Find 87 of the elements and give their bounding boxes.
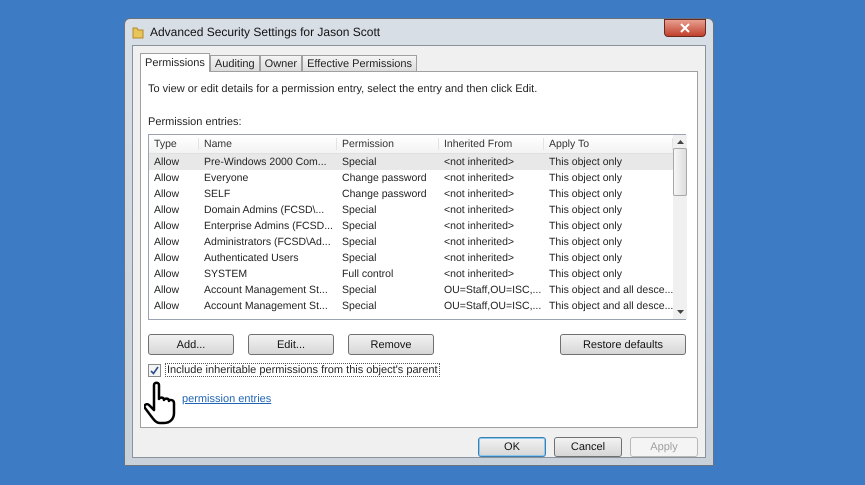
hand-cursor-icon: [144, 381, 178, 425]
table-row[interactable]: Allow Everyone Change password <not inherited> This object only: [149, 170, 674, 186]
table-cell-text: SYSTEM: [203, 268, 248, 280]
table-cell-text: Special: [341, 300, 378, 312]
close-icon: [680, 23, 690, 33]
folder-icon: [132, 25, 144, 39]
table-row[interactable]: Allow Account Management St... Special OU=Staff,OU=ISC,... This object and all desce...: [149, 282, 674, 298]
restore-defaults-button[interactable]: Restore defaults: [560, 334, 686, 355]
table-cell-text: Administrators (FCSD\Ad...: [203, 236, 332, 248]
entry-button[interactable]: Edit...: [248, 334, 334, 355]
checkbox-label[interactable]: Include inheritable permissions from this object's parent: [165, 363, 440, 377]
table-cell-text: <not inherited>: [443, 156, 516, 168]
table-cell-text: <not inherited>: [443, 204, 516, 216]
table-cell-text: Change password: [341, 172, 428, 184]
table-cell-text: SELF: [203, 188, 232, 200]
table-cell-text: <not inherited>: [443, 188, 516, 200]
tab[interactable]: Effective Permissions: [302, 55, 418, 71]
table-cell-text: Special: [341, 284, 378, 296]
table-cell-text: This object only: [548, 172, 623, 184]
entry-button[interactable]: Remove: [348, 334, 434, 355]
table-row[interactable]: Allow Authenticated Users Special <not inherited> This object only: [149, 250, 674, 266]
table-row[interactable]: Allow SYSTEM Full control <not inherited> This object only: [149, 266, 674, 282]
table-cell-text: Allow: [153, 236, 180, 248]
column-header[interactable]: Permission: [337, 138, 439, 150]
table-cell-text: This object only: [548, 156, 623, 168]
table-cell-text: Allow: [153, 252, 180, 264]
table-cell-text: This object only: [548, 252, 623, 264]
table-cell-text: Special: [341, 156, 378, 168]
table-cell-text: Special: [341, 252, 378, 264]
table-cell-text: Allow: [153, 300, 180, 312]
table-cell-text: Full control: [341, 268, 394, 280]
table-cell-text: Special: [341, 236, 378, 248]
table-cell-text: This object only: [548, 204, 623, 216]
column-header[interactable]: Name: [199, 138, 337, 150]
table-cell-text: Allow: [153, 268, 180, 280]
table-cell-text: Domain Admins (FCSD\...: [203, 204, 326, 216]
scrollbar[interactable]: [673, 135, 688, 319]
table-cell-text: Special: [341, 204, 378, 216]
table-cell-text: This object only: [548, 220, 623, 232]
column-header[interactable]: Inherited From: [439, 138, 544, 150]
table-row[interactable]: Allow Domain Admins (FCSD\... Special <not inherited> This object only: [149, 202, 674, 218]
dialog-button[interactable]: OK: [478, 437, 546, 457]
close-button[interactable]: [664, 19, 706, 37]
table-cell-text: OU=Staff,OU=ISC,...: [443, 300, 542, 312]
table-cell-text: This object only: [548, 268, 623, 280]
table-cell-text: Allow: [153, 220, 180, 232]
table-cell-text: Allow: [153, 188, 180, 200]
checkbox[interactable]: [148, 364, 161, 376]
table-cell-text: Special: [341, 220, 378, 232]
table-cell-text: <not inherited>: [443, 252, 516, 264]
scroll-down-icon: [676, 310, 684, 314]
scroll-up-icon: [676, 140, 684, 144]
table-cell-text: Everyone: [203, 172, 250, 184]
table-cell-text: This object and all desce...: [548, 284, 674, 296]
table-cell-text: Authenticated Users: [203, 252, 300, 264]
table-cell-text: OU=Staff,OU=ISC,...: [443, 284, 542, 296]
table-cell-text: <not inherited>: [443, 268, 516, 280]
entries-label: Permission entries:: [148, 116, 243, 128]
table-cell-text: Allow: [153, 284, 180, 296]
tab[interactable]: Auditing: [210, 55, 260, 71]
tab[interactable]: Owner: [260, 55, 302, 71]
table-row[interactable]: Allow Administrators (FCSD\Ad... Special <not inherited> This object only: [149, 234, 674, 250]
table-cell-text: <not inherited>: [443, 220, 516, 232]
table-cell-text: Enterprise Admins (FCSD...: [203, 220, 334, 232]
table-cell-text: Change password: [341, 188, 428, 200]
dialog-button[interactable]: Cancel: [554, 437, 622, 457]
tab[interactable]: Permissions: [140, 53, 210, 72]
table-cell-text: <not inherited>: [443, 172, 516, 184]
permission-entries-link[interactable]: permission entries: [182, 393, 272, 405]
table-cell-text: Allow: [153, 156, 180, 168]
table-cell-text: Pre-Windows 2000 Com...: [203, 156, 328, 168]
table-row[interactable]: Allow Account Management St... Special OU=Staff,OU=ISC,... This object and all desce...: [149, 298, 674, 314]
column-header[interactable]: Type: [149, 138, 199, 150]
table-cell-text: <not inherited>: [443, 236, 516, 248]
table-cell-text: This object and all desce...: [548, 300, 674, 312]
entry-button[interactable]: Add...: [148, 334, 234, 355]
table-cell-text: Allow: [153, 172, 180, 184]
table-cell-text: Allow: [153, 204, 180, 216]
table-cell-text: Account Management St...: [203, 284, 329, 296]
table-cell-text: This object only: [548, 236, 623, 248]
window-title: Advanced Security Settings for Jason Scott: [150, 25, 380, 39]
table-cell-text: This object only: [548, 188, 623, 200]
instructions-text: To view or edit details for a permission entry, select the entry and then click Edit.: [148, 83, 538, 95]
table-row[interactable]: Allow Enterprise Admins (FCSD... Special <not inherited> This object only: [149, 218, 674, 234]
table-row[interactable]: Allow Pre-Windows 2000 Com... Special <not inherited> This object only: [149, 154, 674, 170]
table-cell-text: Account Management St...: [203, 300, 329, 312]
table-row[interactable]: Allow SELF Change password <not inherited> This object only: [149, 186, 674, 202]
